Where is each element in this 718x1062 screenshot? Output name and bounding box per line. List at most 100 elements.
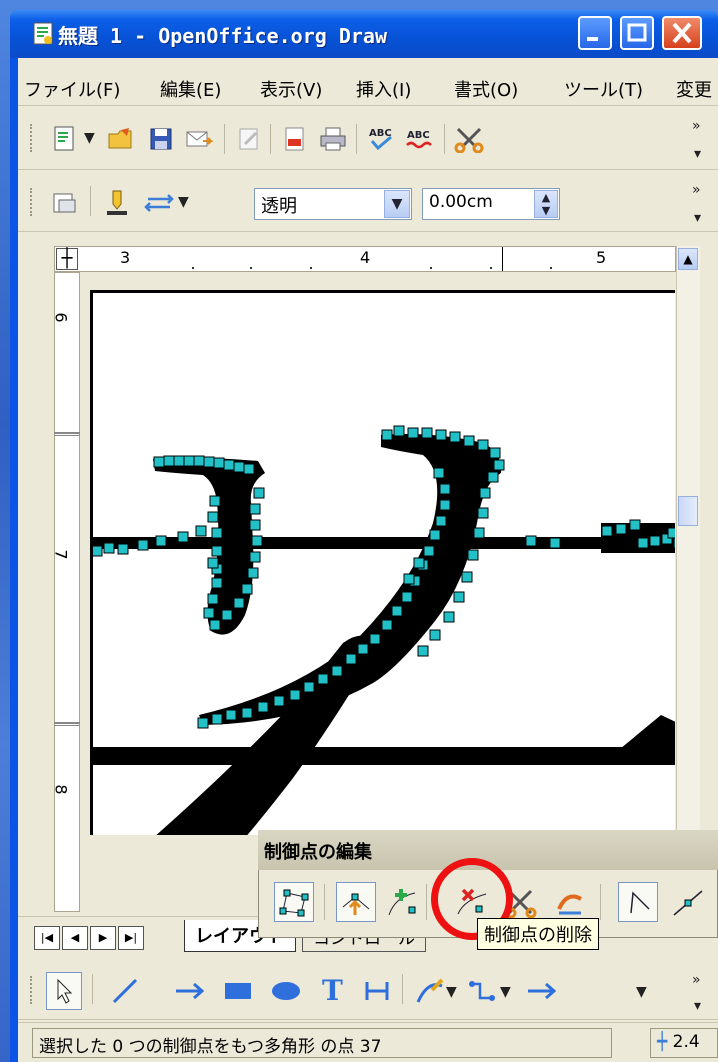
line-tool-icon[interactable]	[110, 976, 140, 1006]
control-point-handle[interactable]	[257, 701, 269, 713]
control-point-handle[interactable]	[251, 535, 263, 547]
toolbar-overflow-icon[interactable]: »	[692, 972, 701, 988]
control-point-handle[interactable]	[317, 673, 329, 685]
control-point-handle[interactable]	[493, 459, 505, 471]
export-pdf-icon[interactable]	[280, 124, 310, 154]
control-point-handle[interactable]	[223, 459, 235, 471]
control-point-handle[interactable]	[225, 709, 237, 721]
control-point-handle[interactable]	[249, 519, 261, 531]
control-point-handle[interactable]	[195, 525, 207, 537]
maximize-button[interactable]	[620, 16, 654, 50]
first-page-icon[interactable]: |◀	[34, 926, 60, 950]
select-arrow-icon[interactable]	[46, 972, 82, 1010]
curve-dropdown-icon[interactable]: ▼	[446, 984, 457, 1000]
control-point-handle[interactable]	[615, 523, 627, 535]
control-point-handle[interactable]	[369, 633, 381, 645]
control-point-handle[interactable]	[177, 531, 189, 543]
control-point-handle[interactable]	[433, 467, 445, 479]
control-point-handle[interactable]	[649, 535, 661, 547]
control-point-handle[interactable]	[211, 527, 223, 539]
control-point-handle[interactable]	[163, 455, 175, 467]
control-point-handle[interactable]	[463, 435, 475, 447]
control-point-handle[interactable]	[207, 557, 219, 569]
control-point-handle[interactable]	[207, 511, 219, 523]
control-point-handle[interactable]	[241, 707, 253, 719]
toolbar-grip[interactable]	[30, 188, 34, 216]
control-point-handle[interactable]	[211, 545, 223, 557]
curve-tool-icon[interactable]	[414, 976, 444, 1006]
control-point-handle[interactable]	[473, 527, 485, 539]
glyph-polygon[interactable]	[93, 293, 675, 835]
control-point-handle[interactable]	[193, 455, 205, 467]
control-point-handle[interactable]	[209, 495, 221, 507]
spellcheck-icon[interactable]: ABC	[366, 124, 396, 154]
control-point-handle[interactable]	[183, 455, 195, 467]
control-point-handle[interactable]	[487, 471, 499, 483]
close-button[interactable]	[662, 16, 702, 50]
control-point-handle[interactable]	[429, 629, 441, 641]
control-point-handle[interactable]	[525, 535, 537, 547]
control-point-handle[interactable]	[391, 605, 403, 617]
control-point-handle[interactable]	[439, 483, 451, 495]
move-points-icon[interactable]	[336, 882, 376, 922]
last-page-icon[interactable]: ▶|	[118, 926, 144, 950]
control-point-handle[interactable]	[331, 665, 343, 677]
control-point-handle[interactable]	[423, 545, 435, 557]
styles-icon[interactable]	[50, 188, 80, 218]
toolbar-grip[interactable]	[30, 124, 34, 152]
line-arrow-tool-icon[interactable]	[174, 976, 204, 1006]
control-point-handle[interactable]	[403, 573, 415, 585]
control-point-handle[interactable]	[449, 431, 461, 443]
control-point-handle[interactable]	[443, 611, 455, 623]
menu-view[interactable]: 表示(V)	[260, 76, 322, 102]
dimension-line-icon[interactable]	[362, 976, 392, 1006]
control-point-handle[interactable]	[249, 503, 261, 515]
insert-points-icon[interactable]	[384, 884, 420, 920]
line-icon[interactable]	[102, 188, 132, 218]
rectangle-tool-icon[interactable]	[222, 976, 252, 1006]
control-point-handle[interactable]	[253, 487, 265, 499]
control-point-handle[interactable]	[153, 456, 165, 468]
control-point-handle[interactable]	[461, 571, 473, 583]
control-point-handle[interactable]	[381, 619, 393, 631]
control-point-handle[interactable]	[549, 537, 561, 549]
open-folder-icon[interactable]	[106, 124, 136, 154]
control-point-handle[interactable]	[137, 539, 149, 551]
control-point-handle[interactable]	[467, 549, 479, 561]
control-point-handle[interactable]	[207, 593, 219, 605]
control-point-handle[interactable]	[233, 461, 245, 473]
menu-modify[interactable]: 変更	[676, 76, 712, 102]
control-point-handle[interactable]	[197, 717, 209, 729]
control-point-handle[interactable]	[173, 455, 185, 467]
smooth-transition-icon[interactable]	[668, 884, 708, 920]
edit-file-icon[interactable]	[234, 124, 264, 154]
control-point-handle[interactable]	[233, 597, 245, 609]
control-point-handle[interactable]	[211, 713, 223, 725]
minimize-button[interactable]	[578, 16, 612, 50]
toolbar-options-icon[interactable]: ▾	[694, 998, 701, 1014]
control-point-handle[interactable]	[667, 527, 675, 539]
fill-select-chevron-down-icon[interactable]: ▼	[384, 190, 410, 218]
control-point-handle[interactable]	[421, 427, 433, 439]
ruler-origin-icon[interactable]: ┼	[56, 248, 78, 270]
control-point-handle[interactable]	[401, 591, 413, 603]
menu-insert[interactable]: 挿入(I)	[356, 76, 411, 102]
control-point-handle[interactable]	[381, 429, 393, 441]
new-document-icon[interactable]	[50, 124, 80, 154]
corner-point-icon[interactable]	[618, 882, 658, 922]
control-point-handle[interactable]	[601, 525, 613, 537]
control-point-handle[interactable]	[303, 681, 315, 693]
connector-tool-icon[interactable]	[466, 976, 496, 1006]
new-dropdown-icon[interactable]: ▼	[84, 130, 95, 146]
arrow-line-icon[interactable]	[526, 976, 556, 1006]
vertical-scrollbar[interactable]	[676, 246, 700, 916]
control-point-handle[interactable]	[209, 619, 221, 631]
drawing-canvas[interactable]	[90, 290, 675, 835]
control-point-handle[interactable]	[93, 545, 103, 557]
control-point-handle[interactable]	[479, 487, 491, 499]
control-point-handle[interactable]	[429, 529, 441, 541]
toolbar-overflow-icon[interactable]: »	[692, 182, 701, 198]
control-point-handle[interactable]	[221, 609, 233, 621]
control-point-handle[interactable]	[241, 583, 253, 595]
control-point-handle[interactable]	[345, 653, 357, 665]
